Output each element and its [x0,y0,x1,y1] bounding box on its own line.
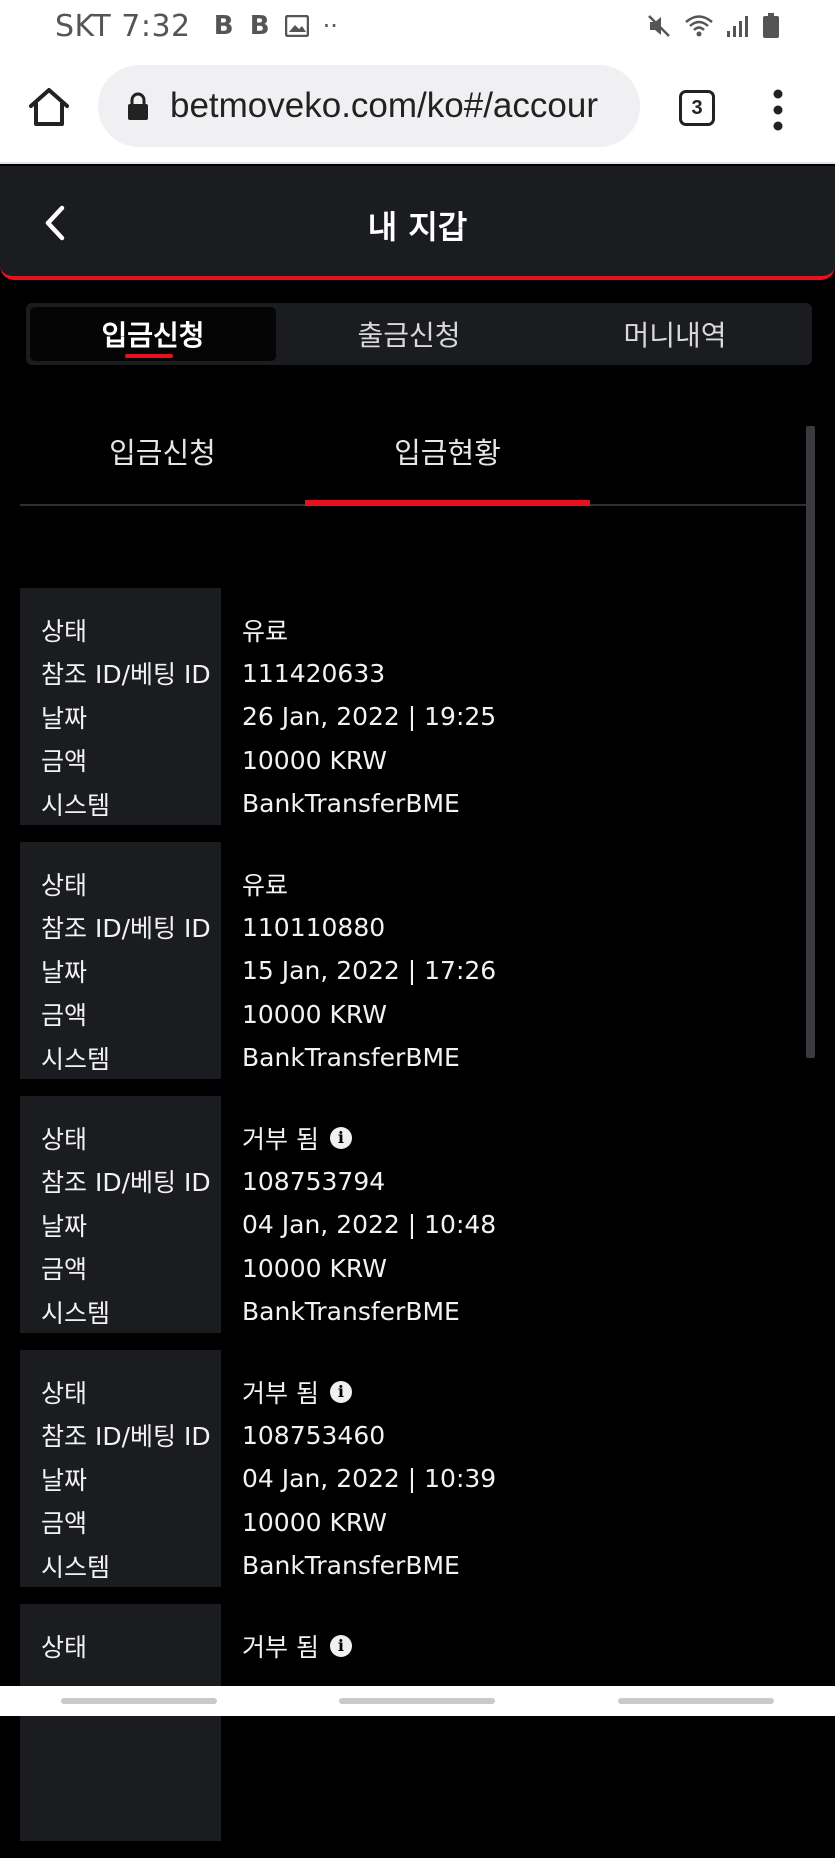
more-notifications-icon: ·· [322,12,338,40]
transaction-values: 거부 됨 i 108753794 04 Jan, 2022 | 10:48 10… [221,1096,800,1333]
value-status: 거부 됨 i [242,1370,800,1414]
status-text: 거부 됨 [242,1378,319,1408]
mute-icon [648,15,670,37]
page-title: 내 지갑 [367,208,468,246]
label-system: 시스템 [41,1044,111,1074]
value-ref-id: 111420633 [242,658,386,688]
label-status: 상태 [41,870,88,900]
scrollbar[interactable] [806,426,815,1058]
value-ref-id: 108753794 [242,1166,386,1196]
value-amount: 10000 KRW [242,1253,387,1283]
label-amount: 금액 [41,1255,88,1285]
transaction-card: 상태 참조 ID/베팅 ID 날짜 금액 시스템 유료 111420633 26… [20,588,800,825]
tab-deposit-request[interactable]: 입금신청 [30,307,276,361]
label-ref-id: 참조 ID/베팅 ID [41,914,211,944]
tab-withdraw-request[interactable]: 출금신청 [276,307,542,361]
value-amount: 10000 KRW [242,1507,387,1537]
value-status: 거부 됨 i [242,1624,800,1668]
value-ref-id: 110110880 [242,912,386,942]
status-bar: SKT 7:32 B B ·· [0,0,835,52]
value-amount: 10000 KRW [242,999,387,1029]
label-status: 상태 [41,616,88,646]
transaction-card: 상태 참조 ID/베팅 ID 날짜 금액 시스템 유료 110110880 15… [20,842,800,1079]
address-bar[interactable]: betmoveko.com/ko#/accour [98,65,640,147]
transaction-list: 상태 참조 ID/베팅 ID 날짜 금액 시스템 유료 111420633 26… [20,588,800,1858]
label-amount: 금액 [41,1001,88,1031]
info-icon[interactable]: i [329,1634,352,1657]
value-date: 15 Jan, 2022 | 17:26 [242,956,497,986]
value-ref-id: 108753460 [242,1420,386,1450]
status-text: 거부 됨 [242,1632,319,1662]
app-header: 내 지갑 [0,166,835,280]
recents-gesture[interactable] [61,1698,218,1704]
label-ref-id: 참조 ID/베팅 ID [41,1168,211,1198]
value-system: BankTransferBME [242,1297,460,1327]
tab-switcher-button[interactable]: 3 [679,90,715,126]
label-system: 시스템 [41,1552,111,1582]
tab-money-history[interactable]: 머니내역 [542,307,808,361]
label-status: 상태 [41,1124,88,1154]
status-text: 거부 됨 [242,1124,319,1154]
subtab-deposit-status[interactable]: 입금현황 [305,420,590,506]
label-date: 날짜 [41,1465,88,1495]
label-date: 날짜 [41,957,88,987]
transaction-card: 상태 참조 ID/베팅 ID 날짜 금액 시스템 거부 됨 i 10875379… [20,1096,800,1333]
label-status: 상태 [41,1632,88,1662]
value-date: 04 Jan, 2022 | 10:39 [242,1464,497,1494]
overflow-menu-icon[interactable] [768,87,788,133]
value-status: 유료 [242,870,289,900]
label-status: 상태 [41,1378,88,1408]
browser-toolbar: betmoveko.com/ko#/accour 3 [0,52,835,164]
sub-tabs: 입금신청 입금현황 [20,420,815,506]
label-system: 시스템 [41,790,111,820]
back-gesture[interactable] [617,1698,774,1704]
info-icon[interactable]: i [329,1380,352,1403]
label-ref-id: 참조 ID/베팅 ID [41,660,211,690]
battery-icon [763,13,779,38]
label-date: 날짜 [41,1211,88,1241]
value-date: 04 Jan, 2022 | 10:48 [242,1210,497,1240]
transaction-labels: 상태 [20,1604,221,1841]
lock-icon [128,92,148,120]
main-tabs: 입금신청 출금신청 머니내역 [26,303,812,365]
status-time: SKT 7:32 [55,8,191,44]
transaction-labels: 상태 참조 ID/베팅 ID 날짜 금액 시스템 [20,1096,221,1333]
transaction-values: 거부 됨 i 108753460 04 Jan, 2022 | 10:39 10… [221,1350,800,1587]
label-amount: 금액 [41,747,88,777]
transaction-labels: 상태 참조 ID/베팅 ID 날짜 금액 시스템 [20,842,221,1079]
label-system: 시스템 [41,1298,111,1328]
value-system: BankTransferBME [242,1551,460,1581]
info-icon[interactable]: i [329,1126,352,1149]
wifi-icon [685,15,713,37]
label-ref-id: 참조 ID/베팅 ID [41,1422,211,1452]
transaction-values: 거부 됨 i [221,1604,800,1841]
subtab-deposit-request[interactable]: 입금신청 [20,420,305,504]
transaction-card: 상태 거부 됨 i [20,1604,800,1841]
gallery-icon [284,15,309,37]
transaction-labels: 상태 참조 ID/베팅 ID 날짜 금액 시스템 [20,588,221,825]
home-icon[interactable] [26,84,72,130]
value-amount: 10000 KRW [242,745,387,775]
value-status: 유료 [242,616,289,646]
label-date: 날짜 [41,703,88,733]
value-status: 거부 됨 i [242,1116,800,1160]
transaction-values: 유료 110110880 15 Jan, 2022 | 17:26 10000 … [221,842,800,1079]
notification-b-icon: B [249,11,270,41]
url-text: betmoveko.com/ko#/accour [170,86,598,125]
home-gesture[interactable] [339,1698,496,1704]
navigation-gesture-bar [0,1686,835,1716]
label-amount: 금액 [41,1509,88,1539]
notification-b-icon: B [213,11,234,41]
value-system: BankTransferBME [242,1043,460,1073]
value-date: 26 Jan, 2022 | 19:25 [242,702,497,732]
transaction-card: 상태 참조 ID/베팅 ID 날짜 금액 시스템 거부 됨 i 10875346… [20,1350,800,1587]
transaction-labels: 상태 참조 ID/베팅 ID 날짜 금액 시스템 [20,1350,221,1587]
value-system: BankTransferBME [242,789,460,819]
signal-icon [727,16,748,37]
transaction-values: 유료 111420633 26 Jan, 2022 | 19:25 10000 … [221,588,800,825]
